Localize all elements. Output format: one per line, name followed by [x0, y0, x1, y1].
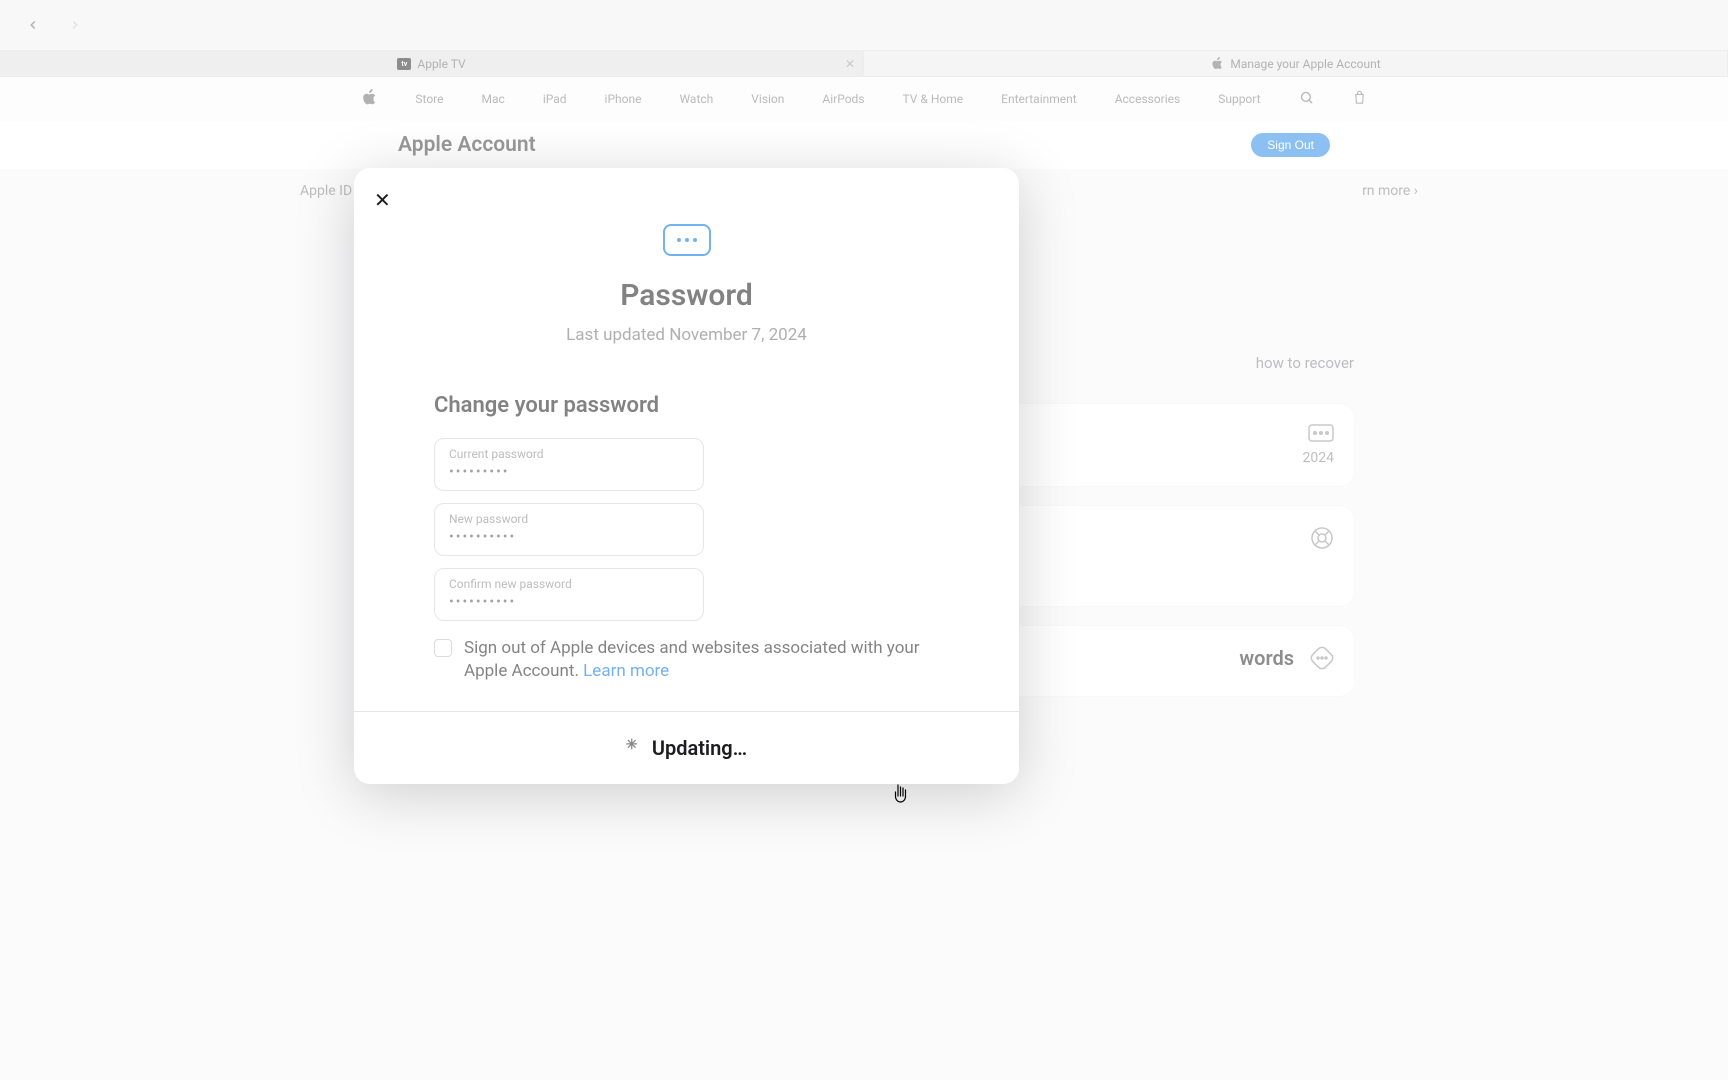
- checkbox[interactable]: [434, 639, 452, 657]
- field-value: ••••••••••: [449, 594, 689, 610]
- form-heading: Change your password: [434, 393, 979, 418]
- updating-status: Updating…: [652, 736, 747, 760]
- new-password-field[interactable]: New password ••••••••••: [434, 503, 704, 556]
- current-password-field[interactable]: Current password •••••••••: [434, 438, 704, 491]
- learn-more-link[interactable]: Learn more: [583, 661, 669, 681]
- modal-title: Password: [394, 278, 979, 313]
- field-label: New password: [449, 512, 689, 526]
- modal-subtitle: Last updated November 7, 2024: [394, 325, 979, 345]
- field-label: Confirm new password: [449, 577, 689, 591]
- field-value: ••••••••••: [449, 529, 689, 545]
- password-modal: ✕ Password Last updated November 7, 2024…: [354, 168, 1019, 784]
- field-value: •••••••••: [449, 464, 689, 480]
- close-icon[interactable]: ✕: [374, 188, 391, 212]
- cursor-icon: [891, 782, 911, 809]
- field-label: Current password: [449, 447, 689, 461]
- spinner-icon: [626, 740, 642, 756]
- checkbox-label: Sign out of Apple devices and websites a…: [464, 637, 954, 683]
- modal-footer: Updating…: [354, 711, 1019, 784]
- checkbox-text: Sign out of Apple devices and websites a…: [464, 638, 920, 681]
- confirm-password-field[interactable]: Confirm new password ••••••••••: [434, 568, 704, 621]
- password-field-icon: [663, 224, 711, 256]
- signout-devices-checkbox-row: Sign out of Apple devices and websites a…: [434, 637, 954, 683]
